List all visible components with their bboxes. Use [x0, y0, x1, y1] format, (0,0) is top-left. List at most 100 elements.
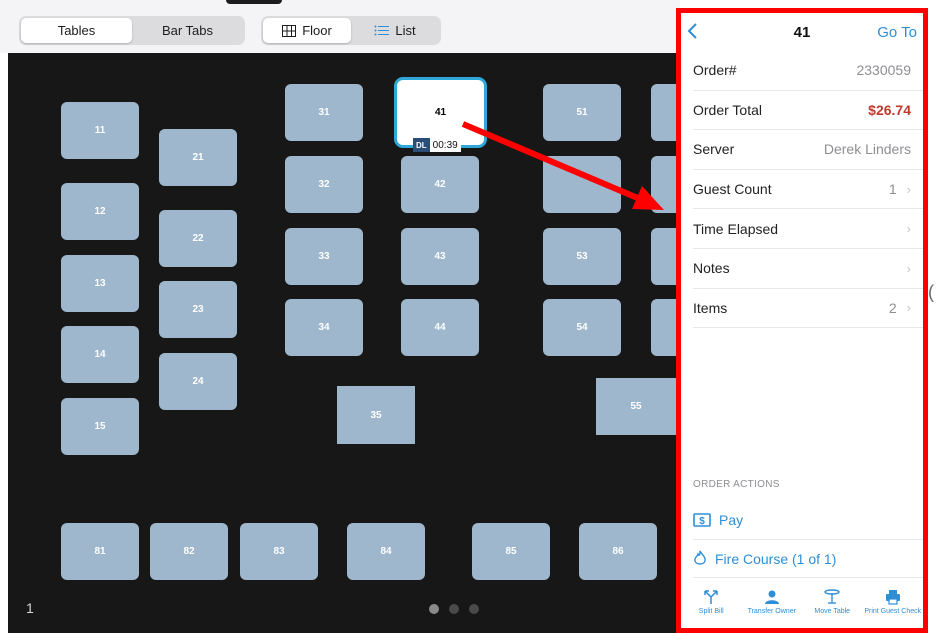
pay-action[interactable]: $ Pay: [693, 512, 743, 528]
chevron-right-icon: ›: [906, 300, 911, 316]
row-label: Notes: [693, 260, 730, 277]
order-details-panel: 41 Go To Order# 2330059 Order Total $26.…: [676, 8, 928, 633]
order-total-value: $26.74: [868, 101, 911, 118]
page-dot-1[interactable]: [429, 604, 439, 614]
guest-count-row[interactable]: Guest Count 1 ›: [693, 170, 923, 210]
order-number-value: 2330059: [856, 62, 911, 79]
panel-header: 41 Go To: [681, 13, 923, 51]
order-total-row: Order Total $26.74: [693, 91, 923, 131]
row-label: Items: [693, 299, 728, 316]
table-11[interactable]: 11: [61, 102, 139, 159]
table-21[interactable]: 21: [159, 129, 237, 186]
print-guest-check-button[interactable]: Print Guest Check: [863, 589, 924, 616]
table-12[interactable]: 12: [61, 183, 139, 240]
table-86[interactable]: 86: [579, 523, 657, 580]
edge-handle[interactable]: (: [928, 282, 934, 303]
table-51[interactable]: 51: [543, 84, 621, 141]
table-84[interactable]: 84: [347, 523, 425, 580]
pay-label: Pay: [719, 512, 744, 528]
table-31[interactable]: 31: [285, 84, 363, 141]
transfer-owner-button[interactable]: Transfer Owner: [742, 589, 803, 616]
table-54[interactable]: 54: [543, 299, 621, 356]
row-label: Time Elapsed: [693, 220, 779, 237]
page-dot-2[interactable]: [449, 604, 459, 614]
tabs-segmented-control: Tables Bar Tabs: [19, 16, 245, 45]
table-52[interactable]: [543, 156, 621, 213]
grid-icon: [282, 24, 297, 37]
server-value: Derek Linders: [823, 141, 911, 158]
table-13[interactable]: 13: [61, 255, 139, 312]
table-23[interactable]: 23: [159, 281, 237, 338]
table-33[interactable]: 33: [285, 228, 363, 285]
elapsed-time: 00:39: [429, 138, 461, 152]
chevron-right-icon: ›: [906, 181, 911, 197]
top-bar: Tables Bar Tabs Floor List: [0, 0, 680, 53]
table-35[interactable]: 35: [337, 386, 415, 444]
table-44[interactable]: 44: [401, 299, 479, 356]
move-table-icon: [824, 589, 840, 604]
split-bill-label: Split Bill: [698, 608, 724, 615]
divider: [693, 577, 923, 578]
move-table-button[interactable]: Move Table: [802, 589, 863, 616]
table-22[interactable]: 22: [159, 210, 237, 267]
table-81[interactable]: 81: [61, 523, 139, 580]
order-actions-heading: ORDER ACTIONS: [693, 479, 780, 490]
view-floor-button[interactable]: Floor: [263, 18, 351, 43]
list-icon: [374, 25, 390, 36]
fire-course-label: Fire Course (1 of 1): [715, 550, 837, 567]
notes-value: ›: [897, 261, 911, 276]
go-to-button[interactable]: Go To: [877, 24, 917, 41]
table-85[interactable]: 85: [472, 523, 550, 580]
table-55[interactable]: 55: [596, 378, 676, 435]
transfer-owner-label: Transfer Owner: [747, 608, 796, 615]
tab-bar-tabs[interactable]: Bar Tabs: [132, 18, 243, 43]
svg-text:$: $: [699, 516, 705, 527]
table-32[interactable]: 32: [285, 156, 363, 213]
dollar-bill-icon: $: [693, 513, 711, 527]
flame-icon: [693, 550, 707, 567]
page-dots[interactable]: [429, 604, 479, 614]
view-list-button[interactable]: List: [351, 18, 439, 43]
table-timer-badge: DL 00:39: [413, 138, 461, 152]
order-number-row: Order# 2330059: [693, 51, 923, 91]
printer-icon: [885, 590, 900, 605]
transfer-user-icon: [764, 590, 779, 604]
panel-title: 41: [793, 23, 811, 41]
chevron-right-icon: ›: [906, 221, 911, 237]
row-label: Order#: [693, 62, 737, 79]
view-floor-label: Floor: [302, 23, 332, 38]
table-53[interactable]: 53: [543, 228, 621, 285]
back-chevron-icon[interactable]: [687, 22, 698, 45]
page-number: 1: [26, 600, 34, 616]
items-row[interactable]: Items 2 ›: [693, 289, 923, 329]
row-label: Order Total: [693, 101, 762, 118]
table-14[interactable]: 14: [61, 326, 139, 383]
table-43[interactable]: 43: [401, 228, 479, 285]
server-initials: DL: [413, 138, 430, 152]
view-segmented-control: Floor List: [261, 16, 441, 45]
row-label: Server: [693, 141, 735, 158]
page-dot-3[interactable]: [469, 604, 479, 614]
divider: [693, 539, 923, 540]
time-elapsed-value: ›: [897, 221, 911, 236]
table-42[interactable]: 42: [401, 156, 479, 213]
table-15[interactable]: 15: [61, 398, 139, 455]
tab-tables[interactable]: Tables: [21, 18, 132, 43]
fire-course-action[interactable]: Fire Course (1 of 1): [693, 550, 836, 567]
camera-notch: [226, 0, 282, 4]
move-table-label: Move Table: [814, 608, 851, 615]
print-guest-check-label: Print Guest Check: [864, 608, 922, 615]
split-bill-button[interactable]: Split Bill: [681, 589, 742, 616]
split-icon: [704, 590, 718, 604]
view-list-label: List: [395, 23, 416, 38]
row-label: Guest Count: [693, 181, 772, 198]
time-elapsed-row[interactable]: Time Elapsed ›: [693, 209, 923, 249]
notes-row[interactable]: Notes ›: [693, 249, 923, 289]
server-row: Server Derek Linders: [693, 130, 923, 170]
table-83[interactable]: 83: [240, 523, 318, 580]
items-value: 2 ›: [888, 299, 911, 316]
table-82[interactable]: 82: [150, 523, 228, 580]
table-34[interactable]: 34: [285, 299, 363, 356]
table-24[interactable]: 24: [159, 353, 237, 410]
action-toolbar: Split Bill Transfer Owner Move Table Pri…: [681, 589, 923, 616]
